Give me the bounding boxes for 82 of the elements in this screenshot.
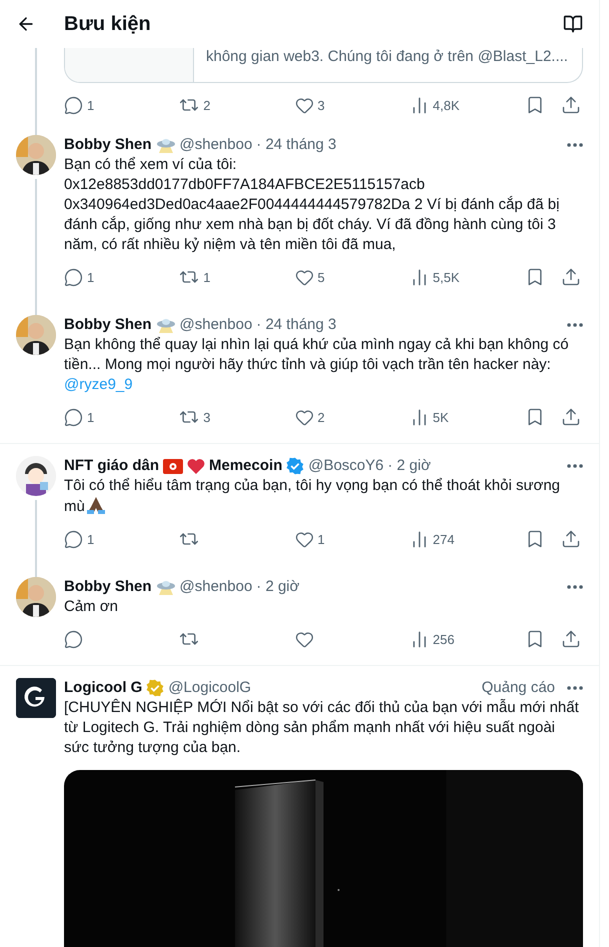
reply-icon <box>64 268 83 286</box>
views-button[interactable]: 256 <box>410 630 480 648</box>
reply-icon <box>64 630 83 648</box>
share-button[interactable] <box>561 95 581 115</box>
ufo-icon <box>156 579 176 595</box>
flag-icon <box>163 458 183 474</box>
like-button[interactable]: 2 <box>294 408 364 426</box>
share-button[interactable] <box>561 267 581 287</box>
post-time[interactable]: · 2 giờ <box>388 456 431 476</box>
heart-icon <box>187 458 205 474</box>
author-name[interactable]: Bobby Shen <box>64 577 152 597</box>
like-icon <box>294 268 314 286</box>
post-text: Bạn có thể xem ví của tôi: 0x12e8853dd0177db0FF7A184AFBCE2E5115157acb 0x340964ed3Ded0ac4aae2F0044444444579782Da 2 Ví bị đánh cắp đã bị đánh cắp, giống như xem nhà bạn bị đốt cháy. Ví đã đồng hành cùng tôi 3 năm, có rất nhiều kỷ niệm và tên miền tôi đã mua, <box>64 155 560 255</box>
post-time[interactable]: · 24 tháng 3 <box>256 135 336 155</box>
reply-button[interactable]: 1 <box>64 530 134 548</box>
author-name[interactable]: Bobby Shen <box>64 135 152 155</box>
reply-button[interactable]: 1 <box>64 96 134 114</box>
praying-hands-icon <box>84 496 107 514</box>
like-icon <box>294 530 314 548</box>
more-icon <box>567 585 583 589</box>
repost-button[interactable]: 2 <box>179 95 250 115</box>
share-icon <box>561 267 581 287</box>
author-handle[interactable]: @BoscoY6 <box>308 456 384 476</box>
views-button[interactable]: 274 <box>410 530 480 548</box>
like-button[interactable]: 5 <box>294 268 364 286</box>
like-button[interactable]: 3 <box>294 96 364 114</box>
more-button[interactable] <box>567 686 583 690</box>
author-name[interactable]: Memecoin <box>209 456 282 476</box>
ufo-icon <box>156 317 176 333</box>
post-text: Tôi có thể hiểu tâm trạng của bạn, tôi hy vọng bạn có thể thoát khỏi sương mù <box>64 476 562 517</box>
more-icon <box>567 323 583 327</box>
card-text: không gian web3. Chúng tôi đang ở trên @Blast_L2.... <box>205 48 569 67</box>
more-icon <box>567 143 583 147</box>
book-icon <box>563 14 583 34</box>
repost-button[interactable]: 1 <box>179 267 250 287</box>
ufo-icon <box>156 137 176 153</box>
views-button[interactable]: 5,5K <box>410 268 480 286</box>
author-handle[interactable]: @shenboo <box>180 135 252 155</box>
post-text: [CHUYÊN NGHIỆP MỚI Nổi bật so với các đối thủ của bạn với mẫu mới nhất từ Logitech G. Trải nghiệm dòng sản phẩm mạnh nhất với hiệu suất ngoài sức tưởng tượng của bạn. <box>64 698 580 758</box>
reply-icon <box>64 96 83 114</box>
avatar[interactable] <box>16 577 56 617</box>
avatar[interactable] <box>16 315 56 355</box>
share-icon <box>561 529 581 549</box>
author-handle[interactable]: @LogicoolG <box>168 678 252 698</box>
more-button[interactable] <box>567 143 583 147</box>
share-button[interactable] <box>561 407 581 427</box>
share-icon <box>561 629 581 649</box>
logo-icon[interactable] <box>16 678 56 718</box>
views-button[interactable]: 5K <box>410 408 480 426</box>
post-time[interactable]: · 24 tháng 3 <box>256 315 336 335</box>
author-name[interactable]: Logicool G <box>64 678 142 698</box>
author-name[interactable]: NFT giáo dân <box>64 456 159 476</box>
like-icon <box>294 96 314 114</box>
post-time[interactable]: · 2 giờ <box>256 577 300 597</box>
share-icon <box>561 95 581 115</box>
share-button[interactable] <box>561 529 581 549</box>
reader-button[interactable] <box>563 14 583 34</box>
more-button[interactable] <box>567 323 583 327</box>
author-handle[interactable]: @shenboo <box>180 315 252 335</box>
avatar[interactable] <box>16 135 56 175</box>
link-card[interactable]: không gian web3. Chúng tôi đang ở trên @Blast_L2.... <box>64 48 583 83</box>
more-icon <box>567 686 583 690</box>
more-button[interactable] <box>567 585 583 589</box>
reply-icon <box>64 530 83 548</box>
more-button[interactable] <box>567 464 583 468</box>
reply-icon <box>64 408 83 426</box>
views-button[interactable]: 4,8K <box>410 96 480 114</box>
reply-button[interactable]: 1 <box>64 268 134 286</box>
author-handle[interactable]: @shenboo <box>180 577 252 597</box>
like-icon <box>294 408 314 426</box>
post-text: Bạn không thể quay lại nhìn lại quá khứ của mình ngay cả khi bạn không có tiền... Mong mọi người hãy thức tỉnh và giúp tôi vạch trần tên hacker này: @ryze9_9 <box>64 335 570 395</box>
share-button[interactable] <box>561 629 581 649</box>
like-button[interactable]: 1 <box>294 530 364 548</box>
page-title: Bưu kiện <box>64 12 152 36</box>
post-text: Cảm ơn <box>64 597 120 617</box>
ad-label: Quảng cáo <box>482 678 555 698</box>
share-icon <box>561 407 581 427</box>
reply-button[interactable]: 1 <box>64 408 134 426</box>
author-name[interactable]: Bobby Shen <box>64 315 152 335</box>
like-icon <box>294 630 314 648</box>
repost-button[interactable]: 3 <box>179 407 250 427</box>
more-icon <box>567 464 583 468</box>
